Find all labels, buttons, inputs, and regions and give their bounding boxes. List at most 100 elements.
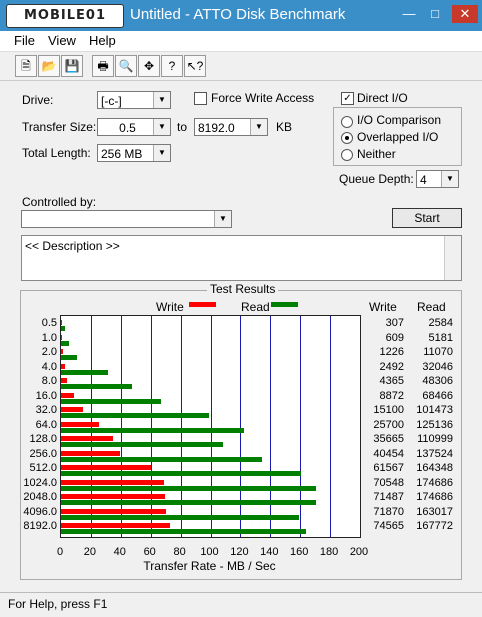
read-bar	[61, 471, 301, 476]
read-value: 48306	[422, 375, 453, 387]
x-tick-label: 60	[143, 546, 156, 558]
queue-depth-label: Queue Depth:	[339, 172, 414, 186]
write-bar	[61, 421, 99, 427]
x-tick-label: 160	[290, 546, 309, 558]
y-tick-label: 1.0	[41, 331, 57, 344]
neither-label: Neither	[357, 147, 396, 161]
start-button[interactable]: Start	[392, 208, 462, 228]
write-bar	[61, 407, 83, 412]
description-text: << Description >>	[25, 239, 120, 253]
total-length-label: Total Length:	[22, 146, 91, 160]
y-tick-label: 4096.0	[23, 505, 57, 518]
title-bar: MOBILE01 Untitled - ATTO Disk Benchmark …	[0, 0, 482, 31]
write-value: 71487	[373, 491, 404, 503]
read-legend-swatch	[271, 302, 298, 307]
y-tick-label: 16.0	[35, 389, 57, 402]
x-tick-label: 40	[113, 546, 126, 558]
force-write-checkbox[interactable]	[194, 92, 207, 105]
read-bar	[61, 442, 224, 447]
write-value: 8872	[379, 389, 404, 402]
help-icon[interactable]: ?	[161, 55, 183, 77]
minimize-icon[interactable]: —	[398, 5, 420, 23]
drive-select[interactable]: [-c-] ▼	[97, 91, 171, 109]
menu-view[interactable]: View	[48, 33, 76, 48]
print-preview-icon[interactable]: 🔍	[115, 55, 137, 77]
direct-io-label: Direct I/O	[357, 91, 408, 105]
window-title: Untitled - ATTO Disk Benchmark	[130, 6, 346, 23]
chevron-down-icon: ▼	[214, 211, 231, 227]
y-tick-label: 1024.0	[23, 476, 57, 489]
direct-io-checkbox[interactable]: ✓	[341, 92, 354, 105]
write-legend-label: Write	[156, 300, 184, 314]
print-icon[interactable]: 🖶	[92, 55, 114, 77]
open-icon[interactable]: 📂	[38, 55, 60, 77]
context-help-icon[interactable]: ↖?	[184, 55, 206, 77]
write-value: 61567	[373, 462, 404, 474]
read-value: 174686	[416, 476, 453, 489]
x-axis-title: Transfer Rate - MB / Sec	[143, 559, 276, 573]
y-tick-label: 2048.0	[23, 491, 57, 503]
io-comparison-radio[interactable]	[341, 116, 353, 128]
close-icon[interactable]: ✕	[452, 5, 478, 23]
read-bar	[61, 413, 210, 418]
write-bar	[61, 494, 166, 499]
read-bar	[61, 355, 78, 360]
read-value: 125136	[416, 418, 453, 431]
y-tick-label: 128.0	[29, 433, 57, 445]
controlled-by-select[interactable]: ▼	[21, 210, 232, 228]
total-length-select[interactable]: 256 MB ▼	[97, 144, 171, 162]
io-comparison-label: I/O Comparison	[357, 113, 442, 127]
x-tick-label: 20	[83, 546, 97, 558]
status-help-text: For Help, press F1	[8, 597, 108, 611]
read-bar	[61, 326, 65, 331]
write-column-header: Write	[369, 300, 397, 314]
overlapped-io-radio[interactable]	[341, 132, 353, 144]
new-icon[interactable]: 🗎	[15, 55, 37, 77]
y-tick-label: 32.0	[35, 404, 57, 416]
read-value: 11070	[423, 346, 453, 358]
gridline	[330, 316, 331, 537]
write-value: 70548	[373, 476, 404, 489]
transfer-from-select[interactable]: 0.5 ▼	[97, 118, 171, 136]
read-value: 5181	[428, 331, 453, 344]
write-bar	[61, 349, 63, 354]
write-bar	[61, 392, 74, 398]
read-bar	[61, 369, 108, 375]
description-scrollbar[interactable]	[444, 236, 461, 280]
read-bar	[61, 340, 69, 346]
write-legend-swatch	[189, 302, 216, 307]
read-value: 167772	[416, 520, 453, 532]
chevron-down-icon: ▼	[153, 119, 170, 135]
maximize-icon[interactable]: □	[424, 5, 446, 23]
neither-radio[interactable]	[341, 149, 353, 161]
queue-depth-value: 4	[420, 173, 427, 187]
write-value: 25700	[373, 418, 404, 431]
menu-help[interactable]: Help	[89, 33, 116, 48]
queue-depth-select[interactable]: 4 ▼	[416, 170, 459, 188]
chevron-down-icon: ▼	[250, 119, 267, 135]
x-tick-label: 80	[173, 546, 186, 558]
kb-label: KB	[276, 120, 293, 134]
force-write-label: Force Write Access	[211, 91, 315, 105]
write-value: 609	[385, 331, 404, 344]
write-bar	[61, 523, 170, 528]
read-bar	[61, 500, 317, 505]
y-tick-label: 256.0	[29, 447, 57, 460]
menu-bar: File View Help	[0, 31, 482, 52]
to-label: to	[177, 120, 188, 134]
transfer-to-select[interactable]: 8192.0 ▼	[194, 118, 268, 136]
read-bar	[61, 427, 244, 433]
drive-label: Drive:	[22, 93, 54, 107]
read-value: 163017	[416, 505, 453, 518]
results-chart	[60, 315, 361, 538]
chevron-down-icon: ▼	[153, 145, 170, 161]
test-results-title: Test Results	[207, 282, 279, 296]
save-icon[interactable]: 💾	[61, 55, 83, 77]
move-icon[interactable]: ✥	[138, 55, 160, 77]
transfer-to-value: 8192.0	[198, 121, 235, 135]
description-field[interactable]: << Description >>	[21, 235, 462, 281]
watermark-logo: MOBILE01	[6, 4, 124, 28]
menu-file[interactable]: File	[14, 33, 35, 48]
write-bar	[61, 450, 121, 456]
x-tick-label: 120	[230, 546, 249, 558]
